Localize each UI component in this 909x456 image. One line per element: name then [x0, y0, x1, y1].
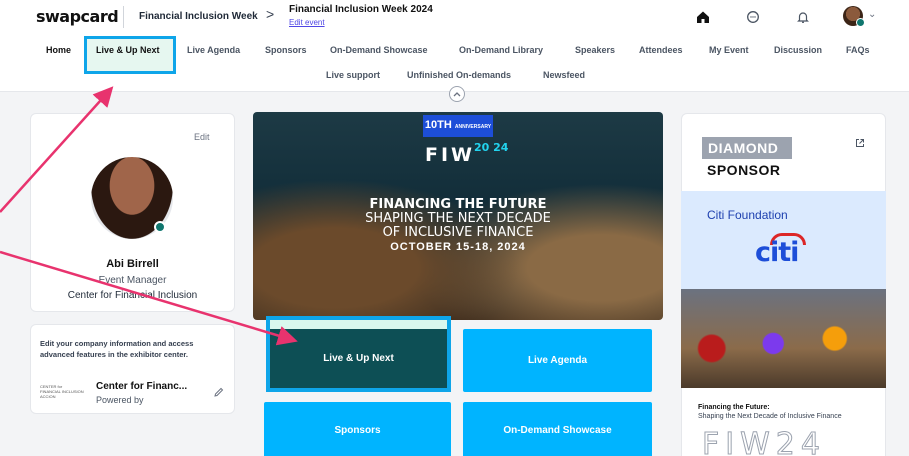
banner-subline-1: SHAPING THE NEXT DECADE: [365, 211, 551, 226]
nav-on-demand-showcase[interactable]: On-Demand Showcase: [330, 45, 428, 55]
nav-speakers[interactable]: Speakers: [575, 45, 615, 55]
profile-name: Abi Birrell: [106, 258, 159, 270]
nav-unfinished-on-demands[interactable]: Unfinished On-demands: [407, 70, 511, 80]
citi-logo: citi: [755, 237, 799, 268]
nav-my-event[interactable]: My Event: [709, 45, 749, 55]
sponsor-tier-badge: DIAMOND: [702, 137, 792, 159]
top-bar: swapcard Financial Inclusion Week > Fina…: [0, 0, 909, 34]
banner-subline-2: OF INCLUSIVE FINANCE: [382, 225, 534, 240]
nav-sponsors[interactable]: Sponsors: [265, 45, 307, 55]
nav-attendees[interactable]: Attendees: [639, 45, 683, 55]
header-divider: [123, 6, 124, 28]
nav-live-up-next[interactable]: Live & Up Next: [96, 45, 160, 55]
banner-headline: FINANCING THE FUTURE: [369, 197, 547, 212]
online-status-dot: [154, 221, 166, 233]
tile-active-strip: [270, 320, 447, 329]
swapcard-logo[interactable]: swapcard: [36, 7, 119, 26]
sponsor-caption-title: Financing the Future:: [698, 404, 770, 411]
home-icon[interactable]: [694, 8, 712, 26]
exhibitor-description: Edit your company information and access…: [40, 339, 194, 359]
banner-dates: OCTOBER 15-18, 2024: [390, 241, 526, 253]
nav-active-highlight: [84, 36, 176, 74]
sponsor-caption-sub: Shaping the Next Decade of Inclusive Fin…: [698, 413, 842, 420]
profile-role: Event Manager: [98, 275, 167, 286]
user-avatar[interactable]: [843, 6, 865, 27]
current-event-title: Financial Inclusion Week 2024: [289, 4, 433, 15]
avatar-chevron-icon[interactable]: ⌄: [868, 9, 876, 20]
fiw-logo: FIW: [425, 144, 476, 166]
nav-home[interactable]: Home: [46, 45, 71, 55]
nav-live-support[interactable]: Live support: [326, 70, 380, 80]
nav-discussion[interactable]: Discussion: [774, 45, 822, 55]
nav-faqs[interactable]: FAQs: [846, 45, 870, 55]
fiw-year: 20 24: [474, 141, 509, 154]
exhibitor-logo: CENTER for FINANCIAL INCLUSION ACCION: [40, 384, 84, 399]
external-link-icon[interactable]: [855, 138, 865, 151]
nav-newsfeed[interactable]: Newsfeed: [543, 70, 585, 80]
tile-live-up-next-label[interactable]: Live & Up Next: [270, 329, 447, 388]
edit-profile-link[interactable]: Edit: [194, 132, 210, 142]
breadcrumb-chevron-icon: >: [266, 6, 275, 22]
sponsor-label: SPONSOR: [707, 162, 781, 178]
breadcrumb-event[interactable]: Financial Inclusion Week: [139, 11, 258, 22]
profile-organization: Center for Financial Inclusion: [67, 290, 198, 301]
sponsor-photo: [681, 289, 886, 388]
collapse-nav-chevron-icon[interactable]: [449, 86, 465, 102]
sponsor-name: Citi Foundation: [707, 208, 788, 222]
tile-on-demand-showcase[interactable]: On-Demand Showcase: [463, 402, 652, 456]
edit-event-link[interactable]: Edit event: [289, 18, 325, 27]
exhibitor-name[interactable]: Center for Financ...: [96, 381, 187, 392]
chat-icon[interactable]: [744, 8, 762, 26]
anniversary-badge: 10TH ANNIVERSARY: [423, 115, 493, 137]
bell-icon[interactable]: [794, 8, 812, 26]
exhibitor-powered-by: Powered by: [96, 395, 144, 405]
tile-live-agenda[interactable]: Live Agenda: [463, 329, 652, 392]
nav-on-demand-library[interactable]: On-Demand Library: [459, 45, 543, 55]
nav-live-agenda[interactable]: Live Agenda: [187, 45, 240, 55]
sponsor-fiw-logo: FIW24: [702, 427, 826, 456]
edit-pencil-icon[interactable]: [213, 387, 224, 401]
tile-sponsors[interactable]: Sponsors: [264, 402, 451, 456]
